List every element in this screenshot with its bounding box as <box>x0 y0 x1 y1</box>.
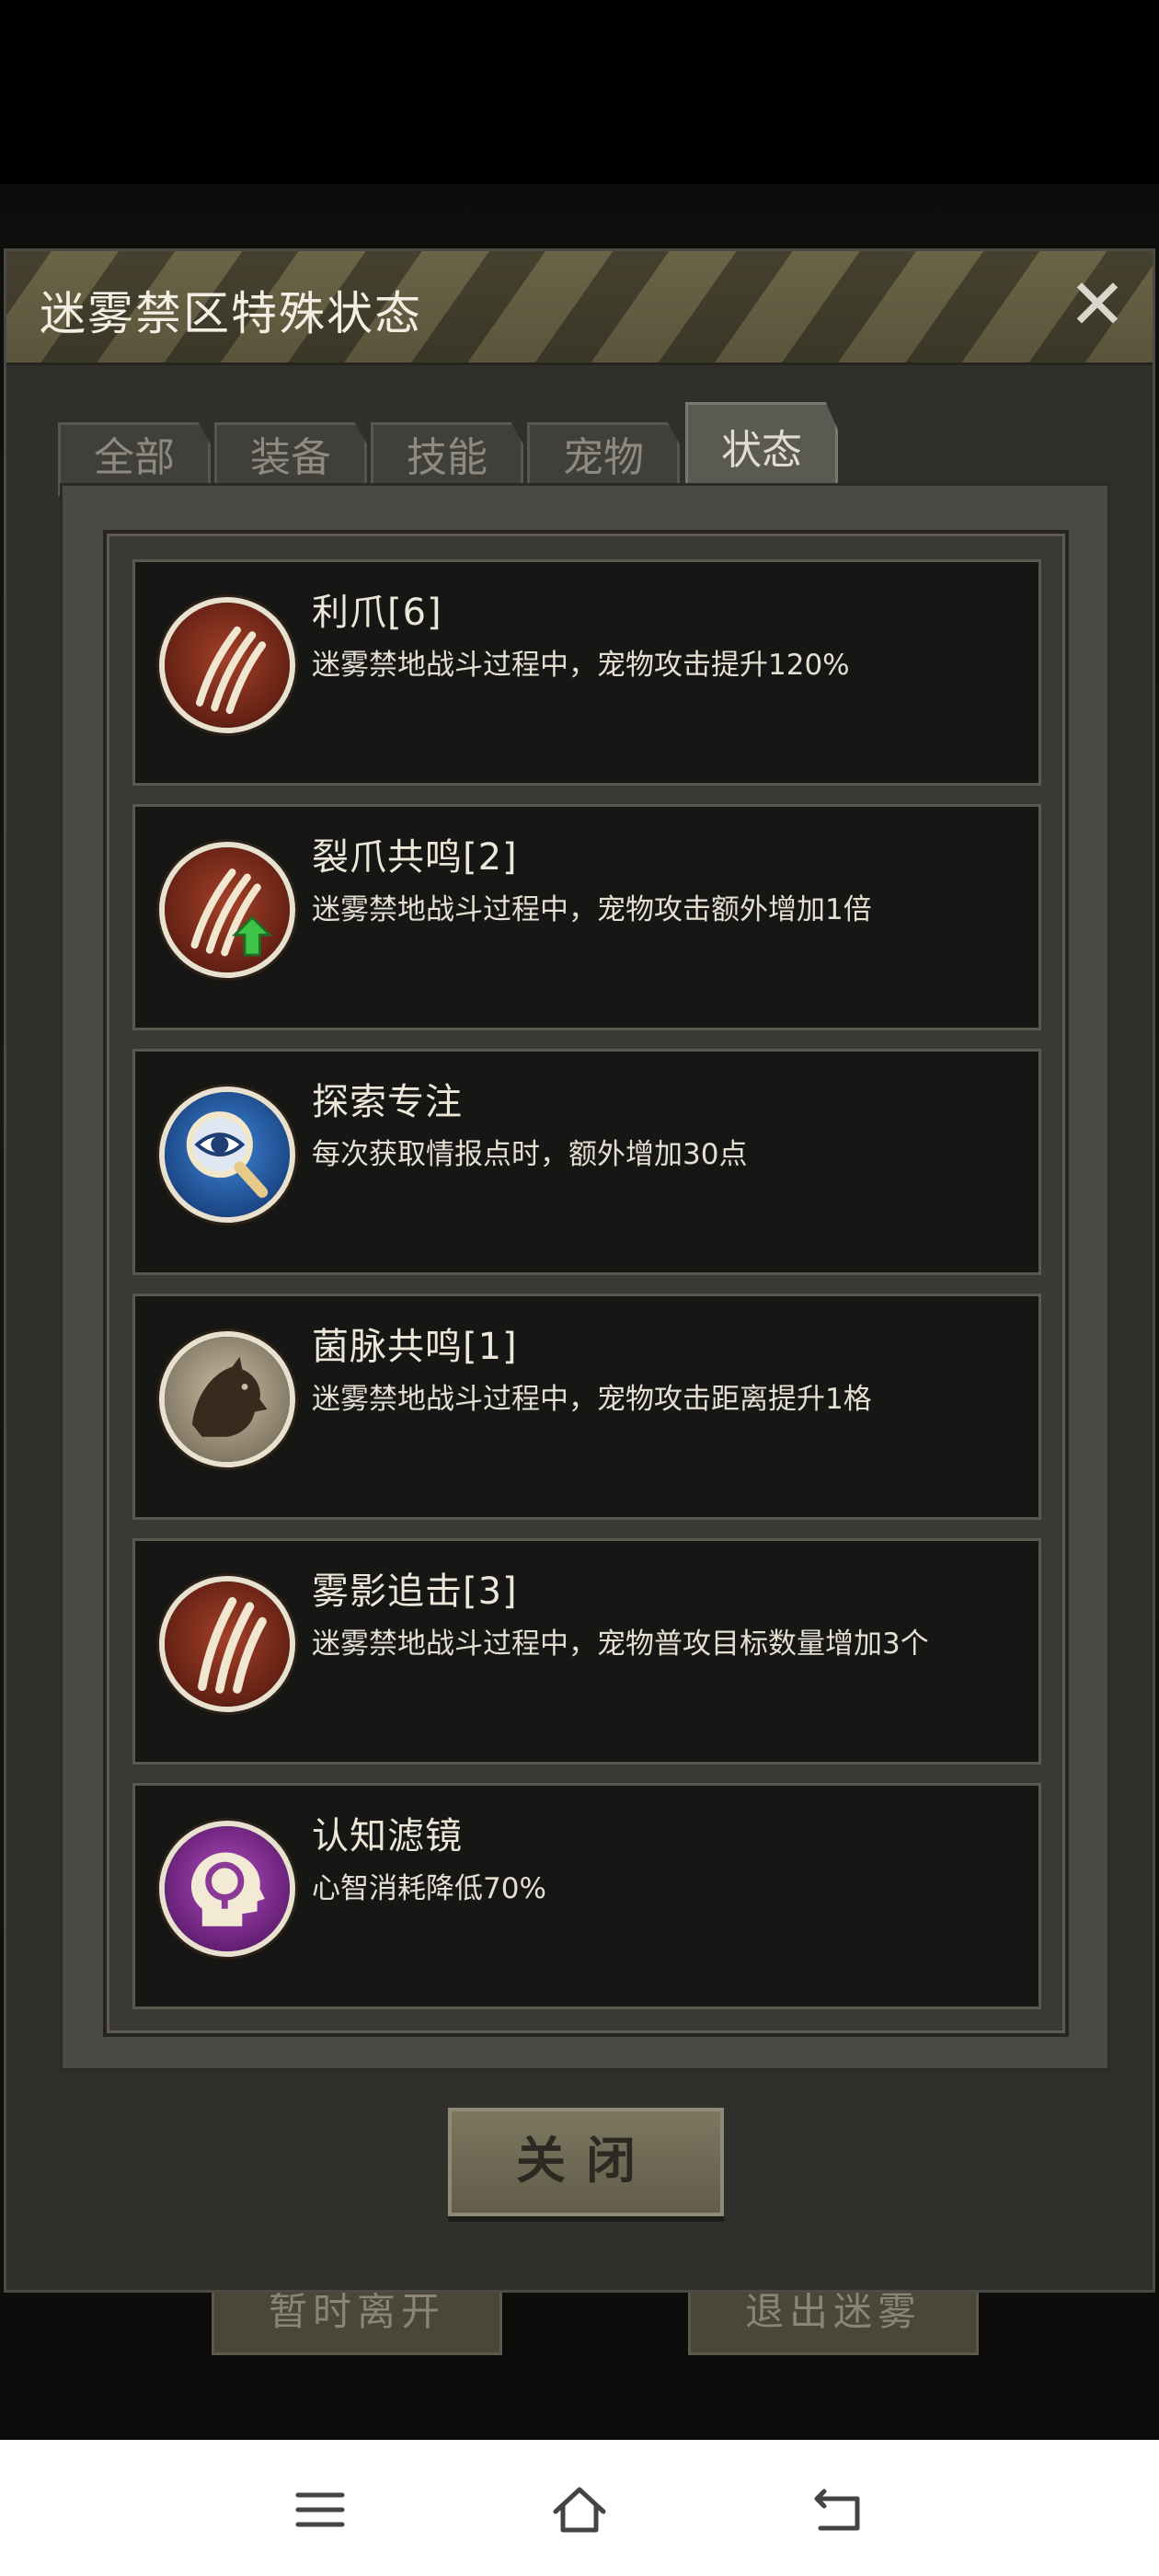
status-desc: 心智消耗降低70% <box>312 1872 546 1905</box>
status-dialog: 迷雾禁区特殊状态 ✕ 全部 装备 技能 宠物 状态 利爪[6] 迷雾禁地战斗过程… <box>4 248 1155 2293</box>
status-name: 裂爪共鸣[2] <box>312 836 518 879</box>
slash-icon <box>159 1576 295 1712</box>
menu-icon[interactable] <box>291 2480 350 2539</box>
dialog-header: 迷雾禁区特殊状态 ✕ <box>6 251 1153 365</box>
eye-magnifier-icon <box>159 1087 295 1223</box>
claw-icon <box>159 597 295 733</box>
status-name: 菌脉共鸣[1] <box>312 1326 518 1368</box>
list-item: 探索专注 每次获取情报点时，额外增加30点 <box>132 1049 1041 1275</box>
status-desc: 迷雾禁地战斗过程中，宠物攻击额外增加1倍 <box>312 893 872 926</box>
tab-status[interactable]: 状态 <box>685 402 838 496</box>
close-button[interactable]: 关闭 <box>448 2108 724 2216</box>
beast-silhouette-icon <box>159 1331 295 1467</box>
list-item: 认知滤镜 心智消耗降低70% <box>132 1783 1041 2009</box>
status-name: 认知滤镜 <box>312 1815 463 1857</box>
list-item: 雾影追击[3] 迷雾禁地战斗过程中，宠物普攻目标数量增加3个 <box>132 1538 1041 1765</box>
list-item: 利爪[6] 迷雾禁地战斗过程中，宠物攻击提升120% <box>132 559 1041 786</box>
close-icon[interactable]: ✕ <box>1062 270 1132 339</box>
system-navbar <box>0 2440 1159 2576</box>
list-item: 裂爪共鸣[2] 迷雾禁地战斗过程中，宠物攻击额外增加1倍 <box>132 804 1041 1030</box>
content-panel: 利爪[6] 迷雾禁地战斗过程中，宠物攻击提升120% 裂爪共鸣[2] 迷雾禁地战… <box>60 483 1110 2071</box>
back-icon[interactable] <box>809 2480 868 2539</box>
status-desc: 迷雾禁地战斗过程中，宠物普攻目标数量增加3个 <box>312 1627 929 1661</box>
list-item: 菌脉共鸣[1] 迷雾禁地战斗过程中，宠物攻击距离提升1格 <box>132 1294 1041 1520</box>
status-desc: 迷雾禁地战斗过程中，宠物攻击提升120% <box>312 649 850 682</box>
status-desc: 每次获取情报点时，额外增加30点 <box>312 1138 748 1171</box>
mind-head-icon <box>159 1821 295 1957</box>
dialog-title: 迷雾禁区特殊状态 <box>40 287 422 340</box>
claw-upgrade-icon <box>159 842 295 978</box>
status-list[interactable]: 利爪[6] 迷雾禁地战斗过程中，宠物攻击提升120% 裂爪共鸣[2] 迷雾禁地战… <box>103 530 1069 2037</box>
home-icon[interactable] <box>550 2480 609 2539</box>
status-name: 雾影追击[3] <box>312 1570 518 1613</box>
status-name: 利爪[6] <box>312 592 442 634</box>
status-desc: 迷雾禁地战斗过程中，宠物攻击距离提升1格 <box>312 1383 872 1416</box>
status-name: 探索专注 <box>312 1081 463 1123</box>
